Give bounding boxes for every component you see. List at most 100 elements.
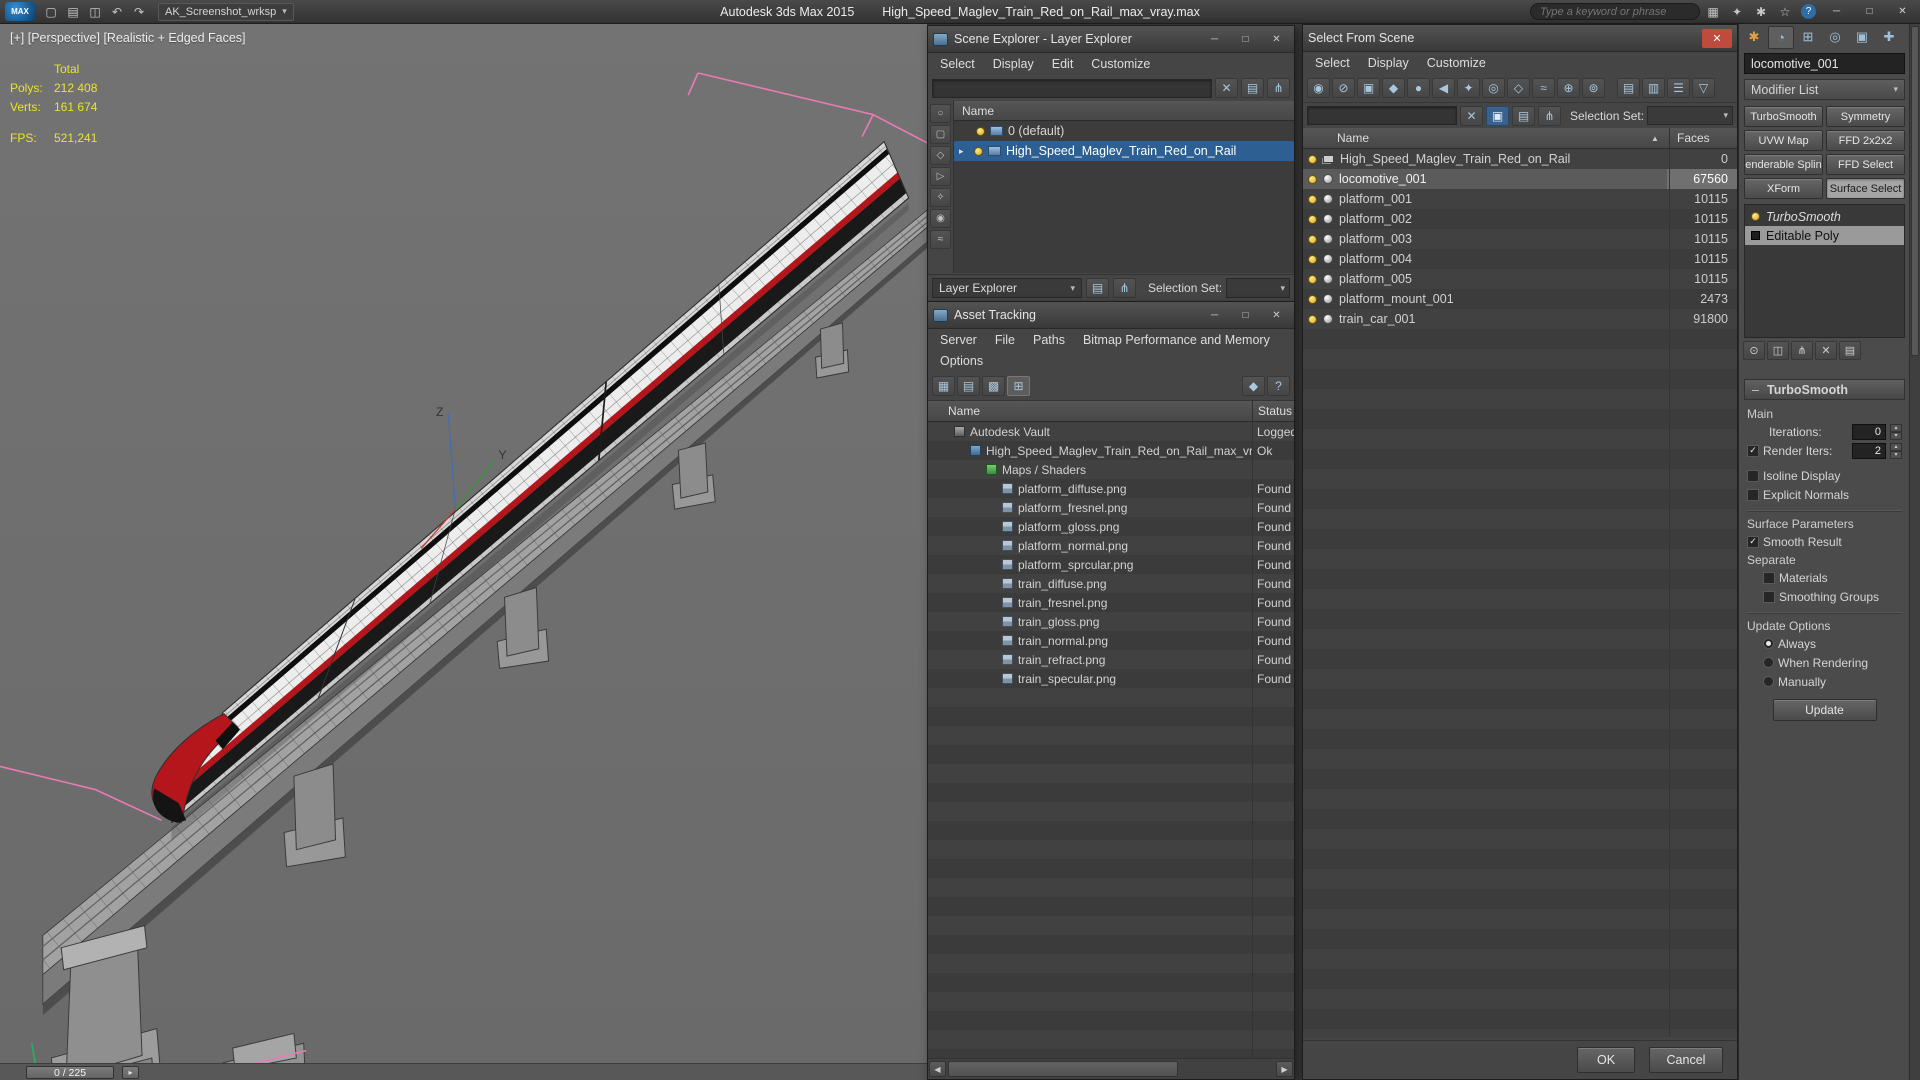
asset-name[interactable]: train_refract.png — [1018, 653, 1105, 667]
menu-options[interactable]: Options — [931, 354, 992, 368]
table-row[interactable]: platform_001 10115 — [1303, 189, 1737, 209]
layer-view-icon[interactable]: ▤ — [1241, 78, 1264, 98]
table-row[interactable]: platform_mount_001 2473 — [1303, 289, 1737, 309]
xform-button[interactable]: XForm — [1744, 178, 1823, 199]
table-row[interactable]: train_normal.png Found — [928, 631, 1294, 650]
ok-button[interactable]: OK — [1577, 1047, 1635, 1073]
open-file-icon[interactable]: ▤ — [62, 2, 84, 22]
ffd-2x2x2-button[interactable]: FFD 2x2x2 — [1826, 130, 1905, 151]
detail-view-icon[interactable]: ▥ — [1642, 78, 1665, 98]
list-view-icon[interactable]: ▤ — [957, 375, 980, 396]
object-name[interactable]: platform_mount_001 — [1339, 292, 1667, 306]
maximize-button[interactable]: □ — [1854, 1, 1885, 23]
asset-name[interactable]: Autodesk Vault — [970, 425, 1050, 439]
layer-row[interactable]: 0 (default) — [954, 121, 1294, 141]
table-row[interactable]: platform_004 10115 — [1303, 249, 1737, 269]
name-column-header[interactable]: Name — [928, 404, 1252, 418]
hierarchy-view-icon[interactable]: ⋔ — [1267, 78, 1290, 98]
display-geometry-icon[interactable]: ◆ — [1382, 78, 1405, 98]
ffd-select-button[interactable]: FFD Select — [1826, 154, 1905, 175]
track-bar[interactable]: 0 / 225 ▸ — [0, 1063, 927, 1080]
collapse-icon[interactable]: – — [1751, 383, 1760, 397]
find-input[interactable] — [1307, 106, 1457, 125]
show-end-result-icon[interactable]: ◫ — [1767, 341, 1789, 360]
display-spacewarps-icon[interactable]: ◇ — [1507, 78, 1530, 98]
layer-row-selected[interactable]: ▸ High_Speed_Maglev_Train_Red_on_Rail — [954, 141, 1294, 161]
object-name[interactable]: High_Speed_Maglev_Train_Red_on_Rail — [1340, 152, 1667, 166]
clear-search-icon[interactable]: ✕ — [1460, 105, 1483, 126]
table-row[interactable]: platform_normal.png Found — [928, 536, 1294, 555]
asset-table-header[interactable]: Name Status — [928, 401, 1294, 422]
display-cameras-icon[interactable]: ✦ — [1457, 78, 1480, 98]
renderable-spline-button[interactable]: enderable Splin — [1744, 154, 1823, 175]
table-row[interactable]: train_diffuse.png Found — [928, 574, 1294, 593]
visibility-bulb-icon[interactable] — [1308, 294, 1317, 304]
update-button[interactable]: Update — [1772, 699, 1877, 721]
filter-all-icon[interactable]: ○ — [930, 104, 951, 123]
visibility-bulb-icon[interactable] — [1308, 214, 1317, 224]
visibility-bulb-icon[interactable] — [1308, 154, 1317, 164]
modifier-name[interactable]: TurboSmooth — [1766, 210, 1841, 224]
visibility-bulb-icon[interactable] — [1308, 314, 1317, 324]
modifier-list-dropdown[interactable]: Modifier List ▾ — [1744, 79, 1905, 100]
menu-file[interactable]: File — [986, 333, 1024, 347]
asset-name[interactable]: platform_diffuse.png — [1018, 482, 1127, 496]
scrollbar-thumb[interactable] — [948, 1061, 1178, 1077]
visibility-bulb-icon[interactable] — [1308, 274, 1317, 284]
table-row[interactable]: Maps / Shaders — [928, 460, 1294, 479]
smooth-result-checkbox[interactable]: ✓ — [1747, 535, 1759, 548]
visibility-bulb-icon[interactable] — [1308, 234, 1317, 244]
tab-display[interactable]: ▣ — [1849, 26, 1875, 49]
scroll-right-icon[interactable]: ▶ — [1276, 1061, 1293, 1077]
menu-display[interactable]: Display — [1359, 56, 1418, 70]
always-radio[interactable] — [1763, 638, 1774, 649]
asset-name[interactable]: train_normal.png — [1018, 634, 1108, 648]
asset-name[interactable]: train_diffuse.png — [1018, 577, 1107, 591]
filter-lights-icon[interactable]: ▷ — [930, 167, 951, 186]
layer-name[interactable]: 0 (default) — [1008, 124, 1064, 138]
modifier-name[interactable]: Editable Poly — [1766, 229, 1839, 243]
asset-name[interactable]: platform_normal.png — [1018, 539, 1128, 553]
name-column-header[interactable]: Name — [1303, 131, 1369, 145]
asset-name[interactable]: platform_gloss.png — [1018, 520, 1119, 534]
spin-down-icon[interactable]: ▾ — [1890, 450, 1902, 459]
visibility-bulb-icon[interactable] — [1308, 194, 1317, 204]
select-from-scene-titlebar[interactable]: Select From Scene ✕ — [1303, 25, 1737, 52]
filter-spacewarps-icon[interactable]: ≈ — [930, 230, 951, 249]
asset-name[interactable]: train_fresnel.png — [1018, 596, 1107, 610]
display-xrefs-icon[interactable]: ⊕ — [1557, 78, 1580, 98]
asset-name[interactable]: platform_fresnel.png — [1018, 501, 1127, 515]
menu-edit[interactable]: Edit — [1043, 57, 1083, 71]
close-button[interactable]: ✕ — [1702, 28, 1732, 48]
render-iters-spinner[interactable]: ▴ ▾ — [1890, 442, 1902, 459]
menu-server[interactable]: Server — [931, 333, 986, 347]
visibility-bulb-icon[interactable] — [976, 126, 985, 136]
scrollbar-thumb[interactable] — [1911, 26, 1919, 356]
faces-column-header[interactable]: Faces — [1669, 128, 1710, 148]
table-row[interactable]: Autodesk Vault Logged — [928, 422, 1294, 441]
uvw-map-button[interactable]: UVW Map — [1744, 130, 1823, 151]
infocenter-star-icon[interactable]: ☆ — [1774, 2, 1796, 22]
save-file-icon[interactable]: ◫ — [84, 2, 106, 22]
symmetry-button[interactable]: Symmetry — [1826, 106, 1905, 127]
infocenter-apps-icon[interactable]: ▦ — [1702, 2, 1724, 22]
hierarchy-view-icon[interactable]: ⋔ — [1538, 105, 1561, 126]
surface-select-button[interactable]: Surface Select — [1826, 178, 1905, 199]
object-table[interactable]: High_Speed_Maglev_Train_Red_on_Rail 0 lo… — [1303, 149, 1737, 1037]
display-invert-icon[interactable]: ▣ — [1357, 78, 1380, 98]
object-name[interactable]: train_car_001 — [1339, 312, 1667, 326]
status-column-header[interactable]: Status — [1252, 401, 1292, 421]
render-iters-field[interactable]: 2 — [1852, 442, 1886, 459]
layer-view-icon[interactable]: ▤ — [1086, 278, 1109, 298]
infocenter-search-input[interactable] — [1530, 3, 1700, 20]
menu-select[interactable]: Select — [931, 57, 984, 71]
close-button[interactable]: ✕ — [1264, 30, 1289, 49]
table-row[interactable]: High_Speed_Maglev_Train_Red_on_Rail_max_… — [928, 441, 1294, 460]
asset-name[interactable]: High_Speed_Maglev_Train_Red_on_Rail_max_… — [986, 444, 1252, 458]
help-icon[interactable]: ? — [1801, 4, 1816, 19]
remove-modifier-icon[interactable]: ✕ — [1815, 341, 1837, 360]
edit-table-icon[interactable]: ▩ — [982, 375, 1005, 396]
spin-up-icon[interactable]: ▴ — [1890, 442, 1902, 451]
filter-shapes-icon[interactable]: ◇ — [930, 146, 951, 165]
close-button[interactable]: ✕ — [1264, 306, 1289, 325]
